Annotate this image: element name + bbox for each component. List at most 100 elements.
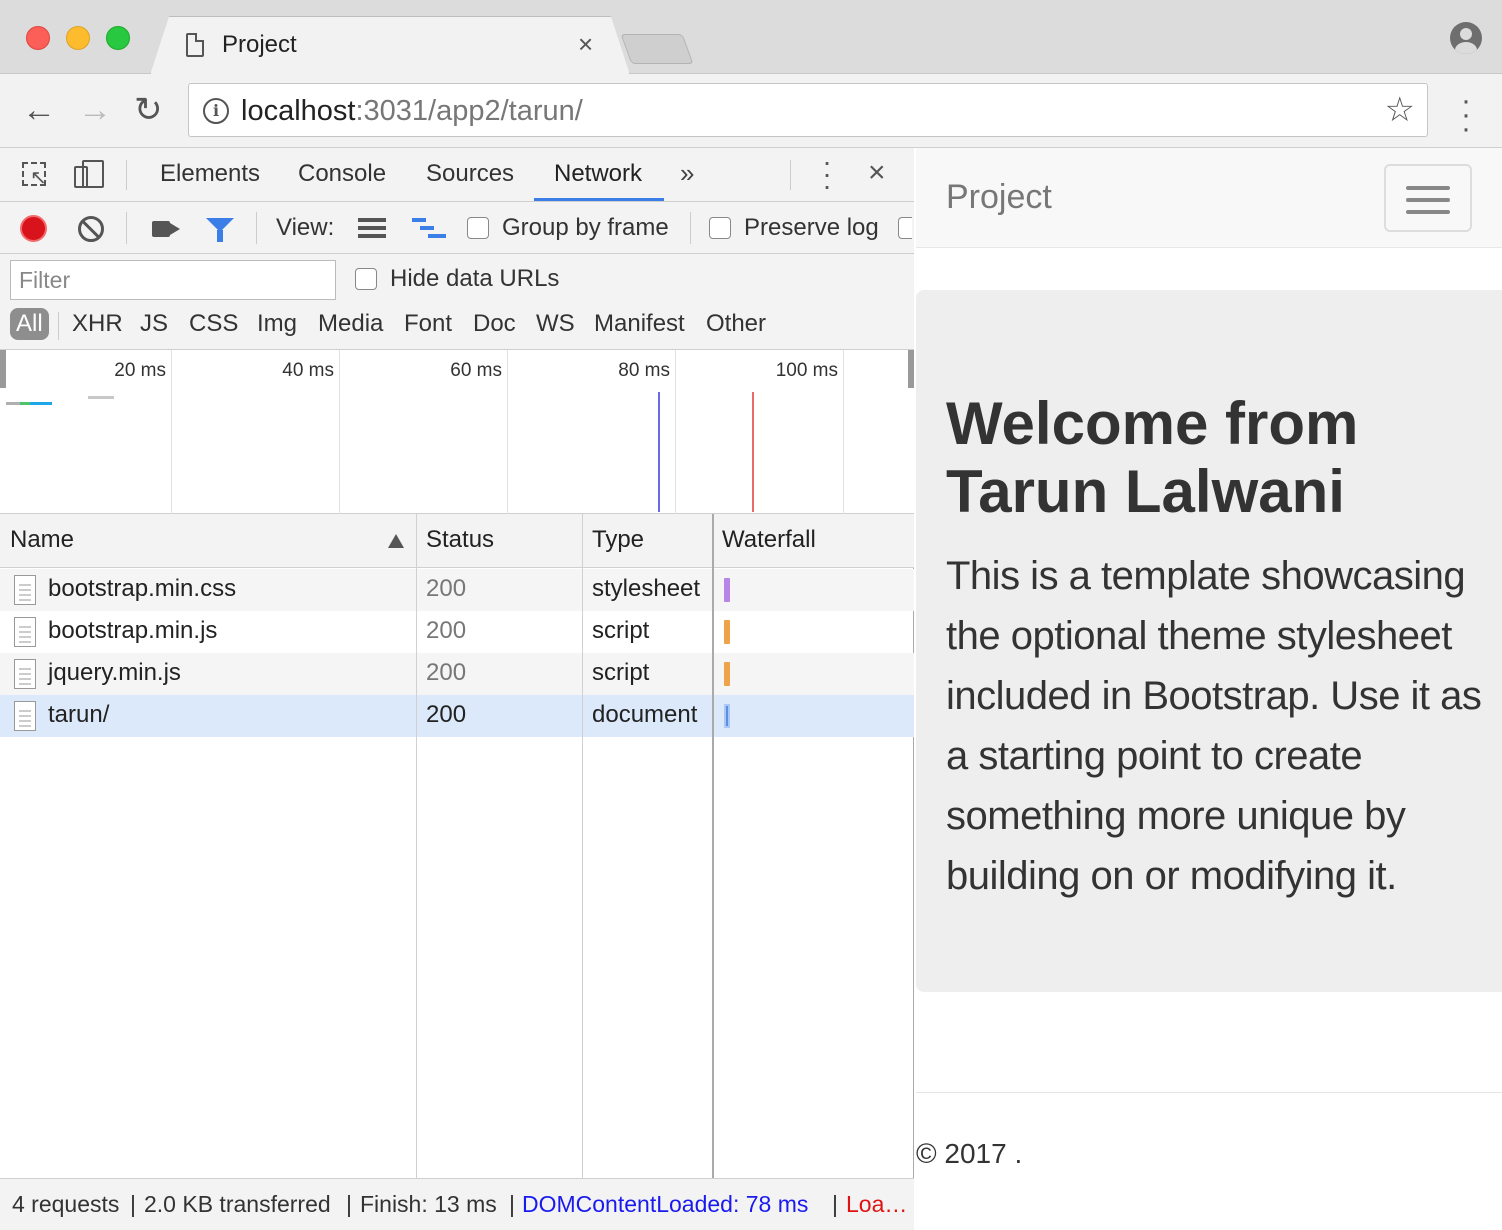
- requests-table-header: Name Status Type Waterfall: [0, 514, 914, 568]
- info-icon[interactable]: i: [203, 98, 229, 124]
- column-status[interactable]: Status: [426, 526, 494, 554]
- request-status: 200: [426, 701, 467, 728]
- clear-icon[interactable]: [78, 216, 104, 242]
- overview-left-handle[interactable]: [0, 350, 6, 388]
- request-name: jquery.min.js: [48, 659, 181, 686]
- large-rows-icon[interactable]: [358, 218, 386, 238]
- type-filter-media[interactable]: Media: [318, 310, 383, 338]
- navbar-toggle-button[interactable]: [1384, 164, 1472, 232]
- type-filter-doc[interactable]: Doc: [473, 310, 516, 338]
- sort-ascending-icon[interactable]: [388, 534, 404, 548]
- url-path: :3031/app2/tarun/: [355, 95, 583, 127]
- tab-title: Project: [222, 31, 297, 58]
- reload-icon[interactable]: ↻: [134, 88, 163, 132]
- load-marker: [752, 392, 754, 512]
- table-row[interactable]: bootstrap.min.css 200 stylesheet: [0, 569, 914, 611]
- group-by-frame-label[interactable]: Group by frame: [502, 214, 669, 242]
- active-tab-indicator: [534, 198, 664, 201]
- request-name: tarun/: [48, 701, 110, 728]
- waterfall-bar: [724, 620, 730, 644]
- dom-content-loaded-marker: [658, 392, 660, 512]
- waterfall-bar: [724, 662, 730, 686]
- file-icon: [14, 659, 36, 689]
- status-separator: |: [509, 1191, 515, 1217]
- account-icon[interactable]: [1450, 22, 1482, 54]
- back-icon[interactable]: ←: [22, 88, 56, 132]
- table-row[interactable]: bootstrap.min.js 200 script: [0, 611, 914, 653]
- minimize-window-button[interactable]: [66, 26, 90, 50]
- tab-close-icon[interactable]: ×: [578, 29, 593, 60]
- disable-cache-checkbox[interactable]: [898, 217, 912, 239]
- type-filter-manifest[interactable]: Manifest: [594, 310, 685, 338]
- new-tab-button[interactable]: [620, 34, 694, 64]
- document-icon: [186, 33, 204, 57]
- url-text[interactable]: localhost:3031/app2/tarun/: [241, 95, 583, 128]
- type-filter-js[interactable]: JS: [140, 310, 168, 338]
- status-separator: |: [346, 1191, 352, 1217]
- type-filter-font[interactable]: Font: [404, 310, 452, 338]
- navbar: Project: [916, 148, 1502, 248]
- preserve-log-checkbox[interactable]: [709, 217, 731, 239]
- status-separator: |: [130, 1191, 136, 1217]
- tab-console[interactable]: Console: [298, 160, 386, 188]
- column-type[interactable]: Type: [592, 526, 644, 554]
- overview-bar: [20, 402, 30, 405]
- type-filter-all[interactable]: All: [10, 308, 49, 340]
- type-filter-img[interactable]: Img: [257, 310, 297, 338]
- request-name: bootstrap.min.js: [48, 617, 218, 644]
- type-filter-css[interactable]: CSS: [189, 310, 238, 338]
- filter-icon[interactable]: [206, 218, 234, 242]
- star-icon[interactable]: ☆: [1385, 90, 1415, 130]
- filter-bar: Hide data URLs All XHR JS CSS Img Media …: [0, 254, 914, 350]
- overview-bar: [30, 402, 52, 405]
- group-by-frame-checkbox[interactable]: [467, 217, 489, 239]
- tab-elements[interactable]: Elements: [160, 160, 260, 188]
- footer-divider: [916, 1092, 1502, 1093]
- hide-data-urls-checkbox[interactable]: [355, 268, 377, 290]
- browser-tab-content[interactable]: Project ×: [150, 17, 630, 75]
- address-bar[interactable]: i localhost:3031/app2/tarun/ ☆: [188, 83, 1428, 137]
- request-status: 200: [426, 659, 467, 686]
- devtools-close-icon[interactable]: ×: [868, 156, 886, 190]
- table-row[interactable]: tarun/ 200 document: [0, 695, 914, 737]
- type-filter-other[interactable]: Other: [706, 310, 766, 338]
- dom-content-loaded-time: DOMContentLoaded: 78 ms: [522, 1191, 809, 1217]
- type-filter-xhr[interactable]: XHR: [72, 310, 123, 338]
- overview-tick: 20 ms: [114, 360, 166, 381]
- hide-data-urls-label[interactable]: Hide data URLs: [390, 265, 559, 293]
- close-window-button[interactable]: [26, 26, 50, 50]
- navbar-brand[interactable]: Project: [946, 178, 1052, 217]
- column-divider[interactable]: [582, 514, 583, 1178]
- tab-network[interactable]: Network: [554, 160, 642, 188]
- web-page: Project Welcome from Tarun Lalwani This …: [916, 148, 1502, 1230]
- request-type: script: [592, 659, 650, 686]
- column-divider[interactable]: [416, 514, 417, 1178]
- transferred-size: 2.0 KB transferred: [144, 1191, 331, 1217]
- jumbotron: Welcome from Tarun Lalwani This is a tem…: [916, 290, 1502, 992]
- column-waterfall[interactable]: Waterfall: [722, 526, 816, 554]
- filter-input[interactable]: [10, 260, 336, 300]
- device-toolbar-icon[interactable]: [74, 158, 104, 190]
- network-overview[interactable]: 20 ms 40 ms 60 ms 80 ms 100 ms: [0, 350, 914, 514]
- footer-text: © 2017 .: [916, 1138, 1023, 1169]
- type-filter-ws[interactable]: WS: [536, 310, 575, 338]
- overview-icon[interactable]: [412, 218, 446, 240]
- jumbotron-text: This is a template showcasing the option…: [946, 554, 1482, 898]
- menu-icon[interactable]: · · ·: [1456, 86, 1476, 144]
- forward-icon[interactable]: →: [78, 88, 112, 132]
- table-row[interactable]: jquery.min.js 200 script: [0, 653, 914, 695]
- preserve-log-label[interactable]: Preserve log: [744, 214, 879, 242]
- devtools-menu-icon[interactable]: · · ·: [820, 148, 834, 200]
- browser-toolbar: ← → ↻ i localhost:3031/app2/tarun/ ☆ · · ·: [0, 74, 1502, 148]
- column-divider[interactable]: [712, 514, 714, 1178]
- overview-right-handle[interactable]: [908, 350, 914, 388]
- inspect-element-icon[interactable]: [22, 162, 47, 190]
- column-name[interactable]: Name: [10, 526, 74, 554]
- capture-screenshots-icon[interactable]: [152, 221, 170, 237]
- maximize-window-button[interactable]: [106, 26, 130, 50]
- more-tabs-icon[interactable]: »: [680, 158, 694, 189]
- request-name: bootstrap.min.css: [48, 575, 237, 602]
- record-icon[interactable]: [20, 215, 47, 242]
- file-icon: [14, 701, 36, 731]
- tab-sources[interactable]: Sources: [426, 160, 514, 188]
